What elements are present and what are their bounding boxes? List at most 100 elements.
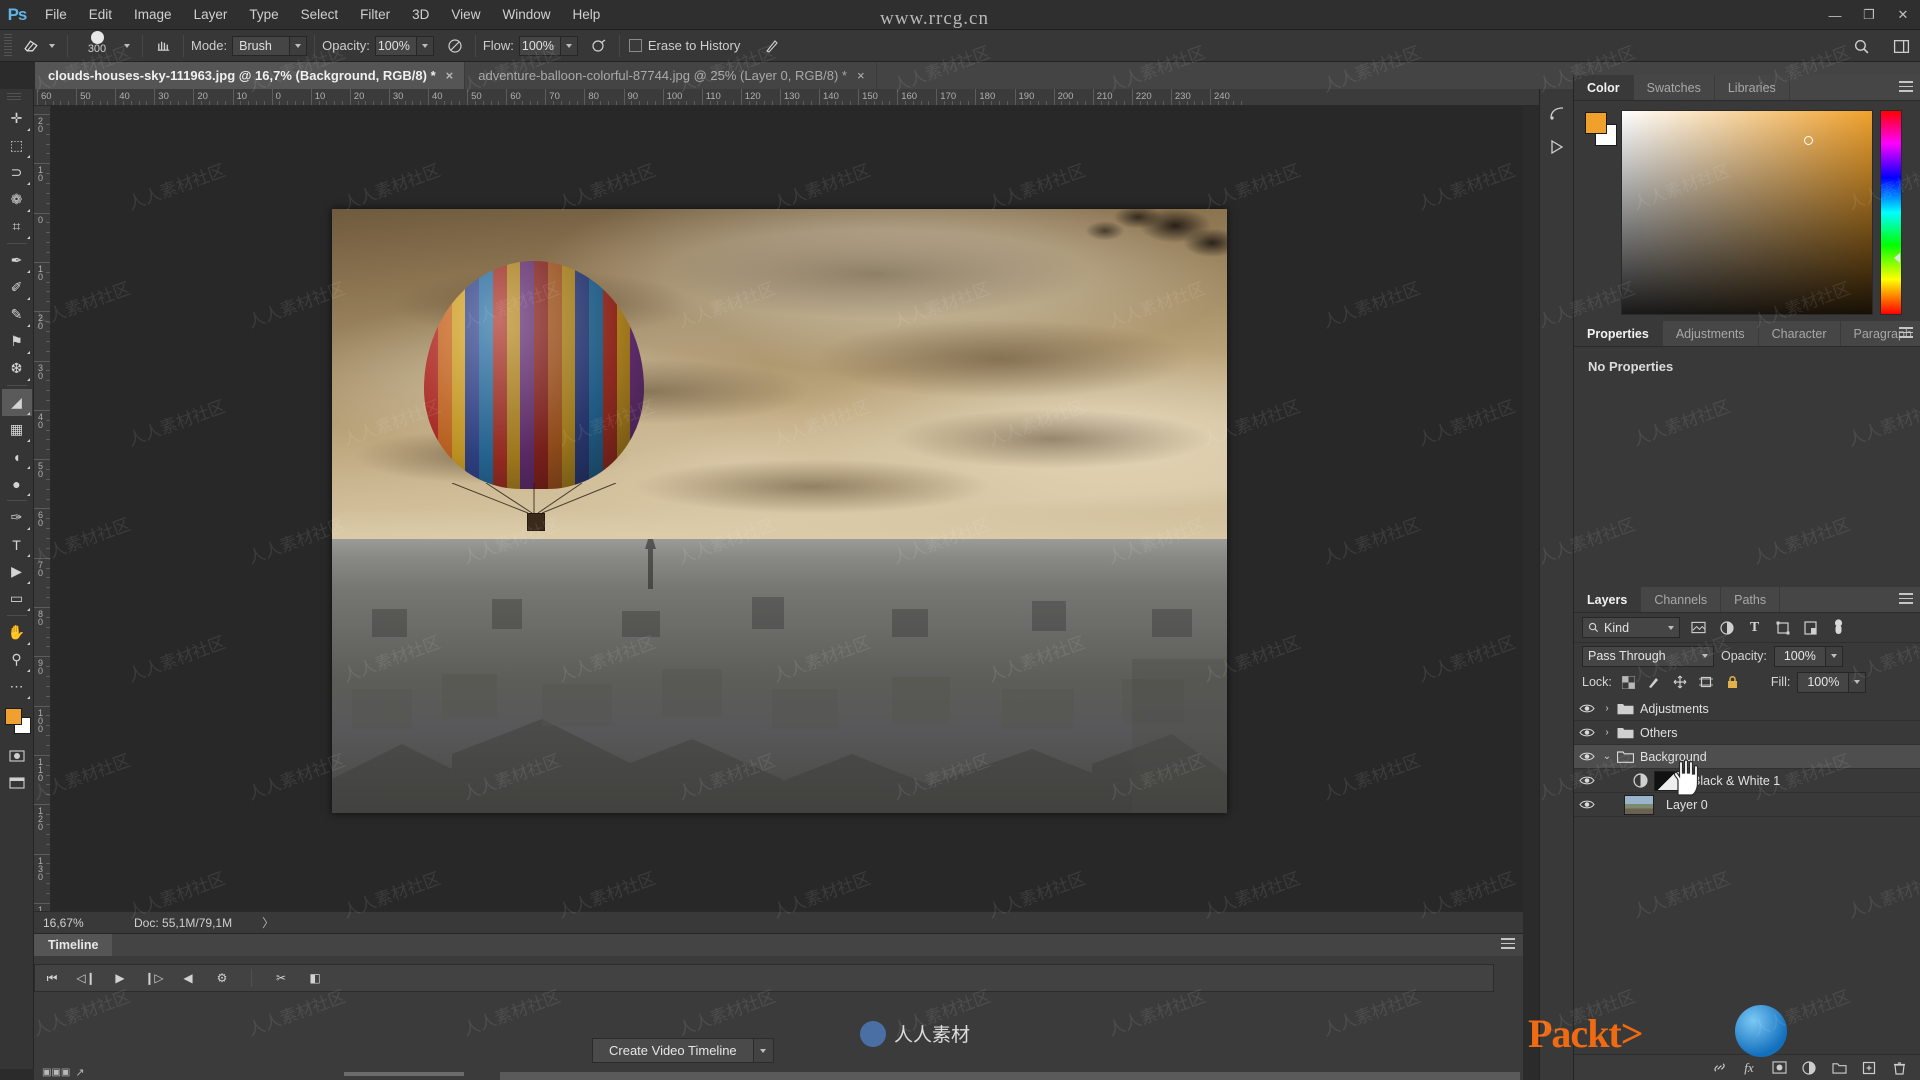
tab-character[interactable]: Character — [1758, 321, 1841, 346]
tab-properties[interactable]: Properties — [1574, 321, 1663, 346]
clone-stamp-tool[interactable]: ⚑ — [2, 328, 32, 355]
type-filter-icon[interactable]: T — [1745, 618, 1764, 637]
layer-row[interactable]: › Adjustments — [1574, 697, 1920, 721]
document-tab-0[interactable]: clouds-houses-sky-111963.jpg @ 16,7% (Ba… — [35, 62, 466, 89]
layer-visibility-icon[interactable] — [1574, 799, 1600, 810]
tab-layers[interactable]: Layers — [1574, 587, 1642, 612]
document-artboard[interactable] — [332, 209, 1227, 813]
menu-item-window[interactable]: Window — [491, 0, 561, 30]
layer-row[interactable]: › Others — [1574, 721, 1920, 745]
zoom-level[interactable]: 16,67% — [34, 916, 104, 930]
status-expand-arrow[interactable]: 〉 — [232, 914, 274, 931]
timeline-zoom-slider[interactable] — [344, 1072, 464, 1076]
flow-input[interactable]: 100% — [518, 35, 578, 56]
eraser-preset-caret-icon[interactable] — [44, 33, 60, 59]
lock-image-icon[interactable] — [1645, 673, 1664, 692]
chevron-right-icon[interactable]: › — [1600, 703, 1614, 714]
pen-tool[interactable]: ✑ — [2, 504, 32, 531]
create-video-timeline-caret-icon[interactable] — [753, 1038, 774, 1063]
add-mask-icon[interactable] — [1771, 1060, 1787, 1076]
rectangle-tool[interactable]: ▭ — [2, 585, 32, 612]
layer-row[interactable]: ⌄ Background — [1574, 745, 1920, 769]
new-layer-icon[interactable] — [1861, 1060, 1877, 1076]
color-panel-menu-icon[interactable] — [1899, 81, 1913, 92]
pixel-filter-icon[interactable] — [1689, 618, 1708, 637]
eraser-tool[interactable]: ◢ — [1, 389, 32, 416]
color-swatches[interactable] — [2, 706, 32, 736]
settings-gear-button[interactable]: ⚙ — [213, 969, 231, 987]
shape-filter-icon[interactable] — [1773, 618, 1792, 637]
opacity-input[interactable]: 100% — [374, 35, 434, 56]
layer-kind-filter[interactable]: Kind — [1582, 617, 1680, 638]
menu-item-select[interactable]: Select — [290, 0, 350, 30]
color-panel-foreground-swatch[interactable] — [1585, 112, 1607, 134]
menu-item-edit[interactable]: Edit — [78, 0, 123, 30]
horizontal-ruler[interactable]: 60 50 40 30 20 10 0 10 20 30 40 50 60 70 80 90 100 110 120… — [34, 89, 1539, 106]
new-adjustment-icon[interactable] — [1801, 1060, 1817, 1076]
canvas-area[interactable] — [51, 106, 1523, 911]
create-video-timeline-button[interactable]: Create Video Timeline — [592, 1038, 774, 1063]
menu-item-layer[interactable]: Layer — [183, 0, 239, 30]
menu-item-file[interactable]: File — [34, 0, 78, 30]
split-clip-button[interactable]: ✂ — [272, 969, 290, 987]
layer-mask-thumbnail[interactable] — [1654, 770, 1680, 791]
chevron-down-icon[interactable]: ⌄ — [1600, 751, 1614, 762]
maximize-button[interactable]: ❐ — [1852, 0, 1886, 30]
more-tools[interactable]: ⋯ — [2, 673, 32, 700]
rectangular-marquee-tool[interactable]: ⬚ — [2, 132, 32, 159]
type-tool[interactable]: T — [2, 531, 32, 558]
layer-row[interactable]: Layer 0 — [1574, 793, 1920, 817]
lock-all-icon[interactable] — [1723, 673, 1742, 692]
hue-strip[interactable] — [1880, 110, 1902, 315]
quick-mask-icon[interactable] — [2, 742, 32, 769]
transition-button[interactable]: ◧ — [306, 969, 324, 987]
screen-mode-icon[interactable] — [2, 769, 32, 796]
menu-item-3d[interactable]: 3D — [401, 0, 440, 30]
layers-opacity-input[interactable]: 100% — [1773, 645, 1843, 667]
smartobject-filter-icon[interactable] — [1801, 618, 1820, 637]
brush-size-preview[interactable]: 300 — [75, 30, 119, 61]
tab-libraries[interactable]: Libraries — [1714, 75, 1790, 100]
document-tab-1[interactable]: adventure-balloon-colorful-87744.jpg @ 2… — [465, 62, 877, 89]
brush-preset-caret-icon[interactable] — [119, 33, 135, 59]
adjustment-filter-icon[interactable] — [1717, 618, 1736, 637]
search-icon[interactable] — [1848, 33, 1874, 59]
lock-artboard-icon[interactable] — [1697, 673, 1716, 692]
dodge-tool[interactable]: ● — [2, 470, 32, 497]
tablet-pressure-icon[interactable] — [759, 33, 785, 59]
erase-to-history-checkbox[interactable]: Erase to History — [628, 38, 745, 53]
menu-item-view[interactable]: View — [440, 0, 491, 30]
move-tool[interactable]: ✛ — [2, 105, 32, 132]
tab-timeline[interactable]: Timeline — [34, 934, 113, 956]
foreground-color-swatch[interactable] — [4, 708, 22, 725]
play-button[interactable]: ▶ — [111, 969, 129, 987]
properties-panel-menu-icon[interactable] — [1899, 327, 1913, 338]
layer-visibility-icon[interactable] — [1574, 751, 1600, 762]
lasso-tool[interactable]: ⊃ — [2, 159, 32, 186]
spot-healing-brush-tool[interactable]: ✐ — [2, 274, 32, 301]
mode-select[interactable]: Brush — [232, 35, 308, 56]
link-layers-icon[interactable] — [1711, 1060, 1727, 1076]
layer-visibility-icon[interactable] — [1574, 703, 1600, 714]
eyedropper-tool[interactable]: ✒ — [2, 247, 32, 274]
eraser-tool-icon[interactable] — [18, 33, 44, 59]
previous-frame-button[interactable]: ◁❙ — [76, 969, 95, 987]
tab-swatches[interactable]: Swatches — [1633, 75, 1715, 100]
timeline-grid-icon[interactable]: ▣▣▣ — [42, 1067, 70, 1078]
document-tab-close-icon[interactable]: × — [857, 68, 865, 83]
actions-panel-icon[interactable] — [1544, 135, 1570, 159]
brush-panel-toggle-icon[interactable] — [150, 33, 176, 59]
tools-panel-grip[interactable] — [6, 93, 21, 101]
timeline-arrow-icon[interactable]: ↗ — [75, 1066, 84, 1079]
history-panel-icon[interactable] — [1544, 101, 1570, 125]
chevron-right-icon[interactable]: › — [1600, 727, 1614, 738]
fill-input[interactable]: 100% — [1797, 671, 1867, 693]
zoom-tool[interactable]: ⚲ — [2, 646, 32, 673]
blur-tool[interactable]: ◖ — [2, 443, 32, 470]
document-tab-close-icon[interactable]: × — [446, 68, 454, 83]
options-bar-grip[interactable] — [4, 33, 12, 58]
color-picker-field[interactable] — [1621, 110, 1873, 315]
gradient-tool[interactable]: ▦ — [2, 416, 32, 443]
new-group-icon[interactable] — [1831, 1060, 1847, 1076]
minimize-button[interactable]: — — [1818, 0, 1852, 30]
